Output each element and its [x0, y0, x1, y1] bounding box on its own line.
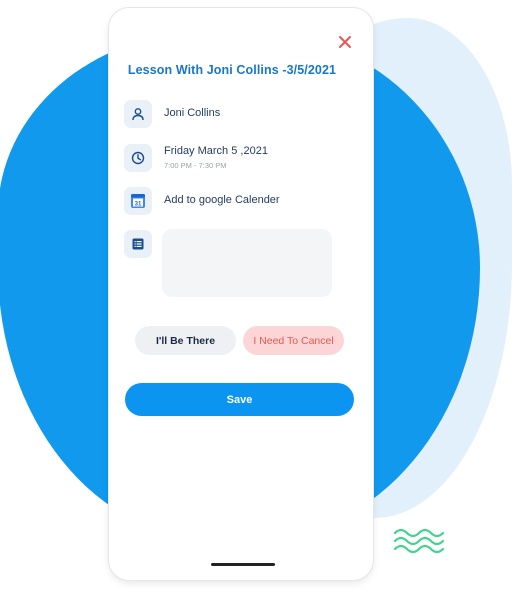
event-date: Friday March 5 ,2021	[164, 145, 268, 157]
close-button[interactable]	[337, 34, 353, 50]
close-icon	[339, 36, 351, 48]
person-name: Joni Collins	[164, 107, 221, 119]
notes-input[interactable]	[162, 229, 332, 297]
ill-be-there-button[interactable]: I'll Be There	[135, 326, 236, 355]
clock-icon-box	[124, 144, 152, 172]
add-to-calendar-label[interactable]: Add to google Calender	[164, 194, 280, 206]
home-indicator	[211, 563, 275, 566]
person-icon	[132, 108, 144, 121]
phone-frame: Lesson With Joni Collins -3/5/2021 Joni …	[109, 8, 373, 580]
clock-icon	[131, 151, 145, 165]
calendar-icon-box: 31	[124, 187, 152, 215]
notes-icon-box	[124, 230, 152, 258]
need-to-cancel-button[interactable]: I Need To Cancel	[243, 326, 344, 355]
wave-icon	[393, 528, 445, 554]
notes-icon	[132, 238, 144, 250]
event-time: 7:00 PM - 7:30 PM	[164, 161, 227, 170]
save-button[interactable]: Save	[125, 383, 354, 416]
person-icon-box	[124, 100, 152, 128]
modal-title: Lesson With Joni Collins -3/5/2021	[127, 63, 337, 77]
calendar-day: 31	[135, 202, 142, 208]
google-calendar-icon: 31	[131, 194, 145, 208]
